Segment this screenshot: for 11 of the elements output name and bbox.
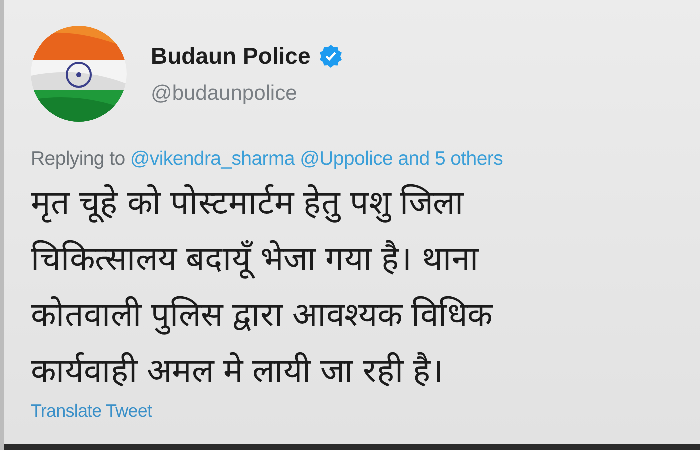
tweet-text-line: चिकित्सालय बदायूँ भेजा गया है। थाना <box>31 239 480 281</box>
mention-link[interactable]: and 5 others <box>398 148 504 170</box>
translate-link[interactable]: Translate Tweet <box>31 401 152 421</box>
mention-link[interactable]: @vikendra_sharma <box>130 148 295 170</box>
replying-to-text: Replying to @vikendra_sharma @Uppolice and 5 others <box>31 148 504 171</box>
account-handle[interactable]: @budaunpolice <box>151 82 343 106</box>
tweet-text-line: मृत चूहे को पोस्टमार्टम हेतु पशु जिला <box>31 183 466 225</box>
account-name[interactable]: Budaun Police <box>151 42 311 70</box>
tweet-text-line: कार्यवाही अमल मे लायी जा रही है। <box>31 351 446 391</box>
tweet-text-line: कोतवाली पुलिस द्वारा आवश्यक विधिक <box>31 295 494 337</box>
mention-link[interactable]: @Uppolice <box>300 148 394 170</box>
